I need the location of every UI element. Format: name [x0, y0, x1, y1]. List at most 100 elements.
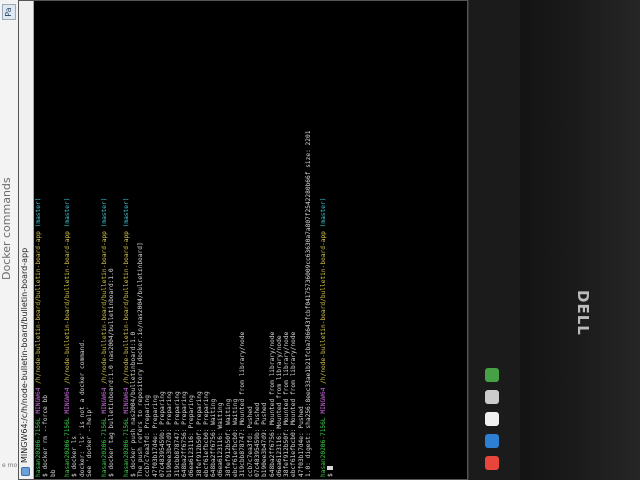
terminal-line: hasan20206-7156L MINGW64 /h/node-bulleti… [101, 3, 108, 477]
terminal-text: 648ba2ff6756: Preparing [180, 391, 188, 477]
terminal-text: b190ee3b47d9: Pushed [261, 402, 269, 477]
terminal-text: 38fef912b50f: Preparing [195, 391, 203, 477]
terminal-line: docker: 'ls' is not a docker command. [79, 3, 86, 477]
terminal-text: 319cbb878747: Preparing [173, 391, 181, 477]
terminal-text: $ docker ls [71, 436, 79, 477]
terminal-text: (master) [319, 197, 327, 228]
terminal-text: 648ba2ff6756: Mounted from library/node [268, 331, 276, 477]
terminal-text: $ [326, 469, 334, 477]
terminal-line: 07c48395459b: Pushed [254, 3, 261, 477]
terminal-text: /h/node-bulletin-board/bulletin-board-ap… [100, 227, 108, 384]
terminal-text: hasan20206-7156L [319, 413, 327, 477]
terminal-text: hasan20206-7156L [64, 413, 72, 477]
terminal-text: (master) [100, 197, 108, 228]
terminal-line: ccb7c7ea3fd: Pushed [247, 3, 254, 477]
terminal-text: (master) [35, 197, 42, 228]
terminal-line: $ docker rm --force bb [42, 3, 49, 477]
terminal-text: MINGW64 [122, 383, 130, 414]
monitor-brand-logo: DELL [574, 290, 592, 336]
terminal-text: The push refers to repository [docker.io… [137, 242, 145, 477]
terminal-text: (master) [64, 197, 72, 228]
terminal-text: 07c48395459b: Preparing [159, 391, 167, 477]
terminal-line: d6ea6123116: Waiting [217, 3, 224, 477]
terminal-line: 648ba2ff6756: Mounted from library/node [269, 3, 276, 477]
terminal-text: ccb7c7ea3fd: Preparing [144, 395, 152, 477]
terminal-text: b190ee3b47d9: Preparing [166, 391, 174, 477]
terminal-text: 47f03b17d4e: Preparing [151, 395, 159, 477]
settings-icon[interactable] [485, 390, 499, 404]
document-heading: Docker commands [0, 177, 13, 280]
terminal-line: $ docker ls [71, 3, 78, 477]
terminal-text: 38fef912b50f: Waiting [224, 398, 232, 477]
terminal-line: 319cbb878747: Mounted from library/node [239, 3, 246, 477]
terminal-text: See 'docker --help' [86, 406, 94, 477]
terminal-text: 07c48395459b: Pushed [253, 402, 261, 477]
terminal-text: hasan20206-7156L [122, 413, 130, 477]
terminal-window[interactable]: MINGW64:/c/h/node-bulletin-board/bulleti… [18, 0, 468, 480]
terminal-text: 38fef912b50f: Mounted from library/node [283, 331, 291, 477]
side-note: e mo [2, 462, 18, 469]
terminal-text: 648ba2ff6756: Waiting [210, 398, 218, 477]
terminal-text: $ docker rm --force bb [42, 395, 50, 477]
window-titlebar[interactable]: MINGW64:/c/h/node-bulletin-board/bulleti… [19, 1, 34, 479]
terminal-cursor [326, 465, 333, 470]
terminal-text: d6ea6123116: Mounted from library/node [275, 335, 283, 477]
terminal-line: hasan20206-7156L MINGW64 /h/node-bulleti… [35, 3, 42, 477]
terminal-text: /h/node-bulletin-board/bulletin-board-ap… [122, 227, 130, 384]
terminal-line: hasan20206-7156L MINGW64 /h/node-bulleti… [320, 3, 327, 477]
terminal-text: /h/node-bulletin-board/bulletin-board-ap… [319, 227, 327, 384]
terminal-text: /h/node-bulletin-board/bulletin-board-ap… [64, 227, 72, 384]
terminal-line: $ docker push nas2004/bulletinboard:1.0 [130, 3, 137, 477]
terminal-text: $ docker tag bulletinboard:1.0 nas2004/b… [107, 268, 115, 477]
terminal-line: The push refers to repository [docker.io… [137, 3, 144, 477]
terminal-text: MINGW64 [319, 383, 327, 414]
terminal-line: 1.0: digest: sha256:8eec33ae1b21fcba7866… [305, 3, 312, 477]
store-icon[interactable] [485, 412, 499, 426]
terminal-line: hasan20206-7156L MINGW64 /h/node-bulleti… [64, 3, 71, 477]
terminal-text: ebcf61efbcb0: Waiting [232, 398, 240, 477]
document-area: Docker commands Pa [0, 0, 19, 480]
terminal-line: 07c48395459b: Preparing [159, 3, 166, 477]
terminal-text: MINGW64 [64, 383, 72, 414]
terminal-line: ebcf61efbcb0: Mounted from library/node [290, 3, 297, 477]
terminal-text: (master) [122, 197, 130, 228]
mingw-icon [21, 467, 30, 476]
terminal-output[interactable]: hasan20206-7156L MINGW64 /h/node-bulleti… [35, 3, 465, 477]
screen: Docker commands Pa MINGW64:/c/h/node-bul… [0, 0, 520, 480]
terminal-line: d6ea6123116: Preparing [188, 3, 195, 477]
terminal-line: See 'docker --help' [86, 3, 93, 477]
terminal-text: MINGW64 [35, 383, 42, 414]
terminal-line: $ [326, 3, 334, 477]
terminal-line: hasan20206-7156L MINGW64 /h/node-bulleti… [123, 3, 130, 477]
terminal-text: $ docker push nas2004/bulletinboard:1.0 [129, 331, 137, 477]
terminal-text: hasan20206-7156L [35, 413, 42, 477]
edge-icon[interactable] [485, 434, 499, 448]
terminal-line: ebcf61efbcb0: Preparing [203, 3, 210, 477]
terminal-text: d6ea6123116: Preparing [188, 395, 196, 477]
terminal-text: MINGW64 [100, 383, 108, 414]
terminal-line: b190ee3b47d9: Preparing [166, 3, 173, 477]
app-icon[interactable] [485, 368, 499, 382]
terminal-text: hasan20206-7156L [100, 413, 108, 477]
taskbar [468, 0, 520, 480]
terminal-line: 648ba2ff6756: Waiting [210, 3, 217, 477]
terminal-line: ebcf61efbcb0: Waiting [232, 3, 239, 477]
terminal-line: 648ba2ff6756: Preparing [181, 3, 188, 477]
terminal-text: 1.0: digest: sha256:8eec33ae1b21fcba7866… [304, 130, 312, 477]
chrome-icon[interactable] [485, 456, 499, 470]
terminal-line: ccb7c7ea3fd: Preparing [144, 3, 151, 477]
terminal-line: d6ea6123116: Mounted from library/node [276, 3, 283, 477]
terminal-line: 38fef912b50f: Mounted from library/node [283, 3, 290, 477]
document-button[interactable]: Pa [2, 4, 16, 20]
terminal-line: 38fef912b50f: Waiting [225, 3, 232, 477]
terminal-line: b190ee3b47d9: Pushed [261, 3, 268, 477]
terminal-line: 47f03b17d4e: Pushed [298, 3, 305, 477]
terminal-text: 319cbb878747: Mounted from library/node [239, 331, 247, 477]
terminal-text: /h/node-bulletin-board/bulletin-board-ap… [35, 227, 42, 384]
terminal-text: ebcf61efbcb0: Preparing [202, 391, 210, 477]
terminal-text: bb [49, 469, 57, 477]
